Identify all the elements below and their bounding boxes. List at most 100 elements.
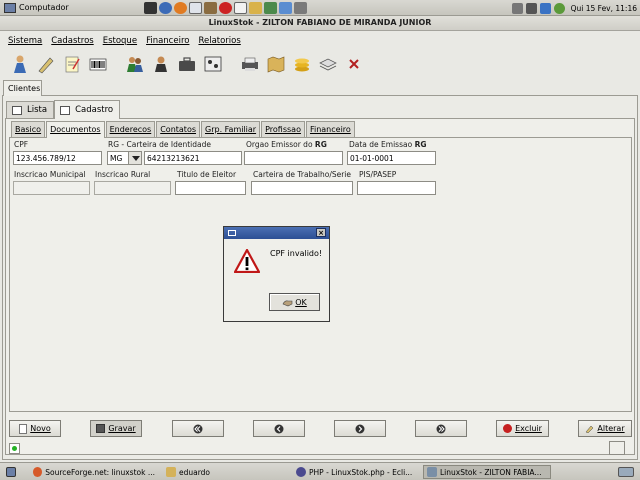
- menu-sistema[interactable]: Sistema: [8, 36, 42, 46]
- menu-financeiro[interactable]: Financeiro: [146, 36, 189, 46]
- inscricao-municipal-field[interactable]: [13, 181, 90, 195]
- list-icon: [12, 105, 22, 115]
- new-document-icon: [19, 423, 28, 434]
- tool-launcher-icon[interactable]: [294, 1, 307, 14]
- next-record-button[interactable]: [334, 420, 386, 437]
- network-launcher-icon[interactable]: [264, 1, 277, 14]
- rg-uf-select[interactable]: MG: [107, 151, 129, 165]
- edit-icon: [585, 425, 594, 433]
- workspace-switcher-icon[interactable]: [618, 467, 634, 477]
- tab-lista[interactable]: Lista: [6, 101, 55, 118]
- alterar-button[interactable]: Alterar: [578, 420, 632, 437]
- carteira-trabalho-label: Carteira de Trabalho/Serie: [253, 170, 352, 179]
- tab-financeiro[interactable]: Financeiro: [305, 121, 355, 137]
- menu-cadastros[interactable]: Cadastros: [51, 36, 93, 46]
- clock[interactable]: Qui 15 Fev, 11:16: [571, 4, 637, 13]
- hand-icon: [282, 300, 293, 306]
- data-emissao-label: Data de Emissao RG: [349, 140, 427, 149]
- novo-button[interactable]: Novo: [9, 420, 61, 437]
- network-tray-icon[interactable]: [511, 2, 523, 14]
- barcode-icon[interactable]: [86, 53, 109, 76]
- user-icon[interactable]: [149, 53, 172, 76]
- first-record-button[interactable]: [172, 420, 224, 437]
- tab-contatos[interactable]: Contatos: [156, 121, 201, 137]
- pis-pasep-field[interactable]: [357, 181, 436, 195]
- firefox-launcher-icon[interactable]: [174, 1, 187, 14]
- show-desktop-icon[interactable]: [6, 467, 16, 477]
- coins-icon[interactable]: [290, 53, 313, 76]
- computer-icon: [4, 2, 16, 13]
- printer-icon[interactable]: [238, 53, 261, 76]
- mail-launcher-icon[interactable]: [189, 1, 202, 14]
- person-icon[interactable]: [8, 53, 31, 76]
- text-launcher-icon[interactable]: [234, 1, 247, 14]
- opera-launcher-icon[interactable]: [219, 1, 232, 14]
- detail-tabs: Basico Documentos Enderecos Contatos Grp…: [11, 121, 355, 138]
- window-icon: [228, 230, 236, 236]
- dialog-close-button[interactable]: ×: [316, 228, 326, 237]
- stack-icon[interactable]: [316, 53, 339, 76]
- previous-record-button[interactable]: [253, 420, 305, 437]
- tab-documentos[interactable]: Documentos: [46, 121, 105, 138]
- data-emissao-field[interactable]: 01-01-0001: [347, 151, 436, 165]
- task-linuxstok[interactable]: LinuxStok - ZILTON FABIA...: [423, 465, 551, 479]
- excluir-button[interactable]: Excluir: [496, 420, 549, 437]
- globe-tray-icon[interactable]: [553, 2, 565, 14]
- tab-cadastro[interactable]: Cadastro: [54, 100, 121, 119]
- task-eclipse[interactable]: PHP - LinuxStok.php - Ecli...: [293, 465, 417, 479]
- carteira-trabalho-field[interactable]: [251, 181, 353, 195]
- eclipse-icon: [296, 467, 306, 477]
- task-eduardo[interactable]: eduardo: [163, 465, 283, 479]
- notepad-icon[interactable]: [60, 53, 83, 76]
- gravar-button[interactable]: Gravar: [90, 420, 142, 437]
- computer-label: Computador: [19, 3, 69, 12]
- dialog-message: CPF invalido!: [270, 249, 323, 258]
- scanner-icon[interactable]: [201, 53, 224, 76]
- briefcase-icon[interactable]: [175, 53, 198, 76]
- first-icon: [193, 424, 203, 433]
- chart-launcher-icon[interactable]: [279, 1, 292, 14]
- menu-bar: Sistema Cadastros Estoque Financeiro Rel…: [0, 33, 640, 48]
- tab-basico[interactable]: Basico: [11, 121, 46, 137]
- menu-relatorios[interactable]: Relatorios: [198, 36, 240, 46]
- titulo-eleitor-field[interactable]: [175, 181, 246, 195]
- people-icon[interactable]: [123, 53, 146, 76]
- window-title: LinuxStok - ZILTON FABIANO DE MIRANDA JU…: [208, 18, 432, 27]
- map-icon[interactable]: [264, 53, 287, 76]
- update-tray-icon[interactable]: [539, 2, 551, 14]
- status-toggle-button[interactable]: [609, 441, 625, 455]
- rg-label: RG - Carteira de Identidade: [108, 140, 211, 149]
- orgao-emissor-label: Orgao Emissor do RG: [246, 140, 327, 149]
- tab-clientes[interactable]: Clientes: [3, 80, 42, 96]
- cpf-field[interactable]: 123.456.789/12: [13, 151, 102, 165]
- status-led-icon: [9, 443, 20, 454]
- globe-launcher-icon[interactable]: [159, 1, 172, 14]
- rg-number-field[interactable]: 64213213621: [144, 151, 242, 165]
- toolbar: [0, 50, 640, 78]
- cpf-label: CPF: [14, 140, 29, 149]
- tab-grp-familiar[interactable]: Grp. Familiar: [201, 121, 261, 137]
- terminal-launcher-icon[interactable]: [144, 1, 157, 14]
- inscricao-rural-field[interactable]: [94, 181, 171, 195]
- task-sourceforge[interactable]: SourceForge.net: linuxstok ...: [30, 465, 158, 479]
- warning-icon: [234, 249, 260, 273]
- menu-estoque[interactable]: Estoque: [103, 36, 137, 46]
- tab-profissao[interactable]: Profissao: [261, 121, 305, 137]
- pis-pasep-label: PIS/PASEP: [359, 170, 397, 179]
- inscricao-rural-label: Inscricao Rural: [95, 170, 151, 179]
- window-titlebar[interactable]: LinuxStok - ZILTON FABIANO DE MIRANDA JU…: [0, 16, 640, 31]
- pen-icon[interactable]: [34, 53, 57, 76]
- gimp-launcher-icon[interactable]: [204, 1, 217, 14]
- ok-button[interactable]: OK: [269, 293, 320, 311]
- orgao-emissor-field[interactable]: [244, 151, 343, 165]
- error-dialog: × CPF invalido! OK: [223, 226, 330, 322]
- computer-menu[interactable]: Computador: [0, 2, 120, 13]
- dialog-titlebar[interactable]: ×: [224, 227, 329, 239]
- edit-launcher-icon[interactable]: [249, 1, 262, 14]
- titulo-eleitor-label: Titulo de Eleitor: [177, 170, 237, 179]
- last-record-button[interactable]: [415, 420, 467, 437]
- close-icon[interactable]: [342, 53, 365, 76]
- tab-enderecos[interactable]: Enderecos: [105, 121, 156, 137]
- chevron-down-icon[interactable]: [128, 151, 142, 165]
- volume-tray-icon[interactable]: [525, 2, 537, 14]
